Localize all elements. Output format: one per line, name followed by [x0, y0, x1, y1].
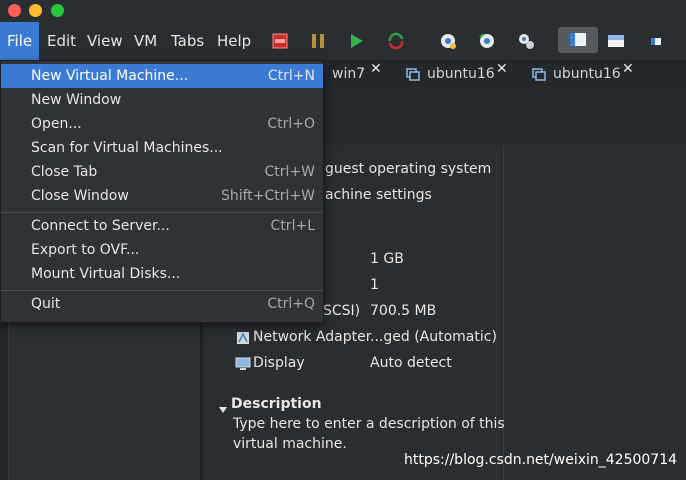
menu-item-open[interactable]: Open... Ctrl+O — [1, 112, 323, 136]
menu-item-label: Close Tab — [31, 164, 98, 180]
menu-separator — [1, 212, 323, 213]
menu-item-shortcut: Shift+Ctrl+W — [220, 188, 315, 204]
edit-settings-link[interactable]: achine settings — [325, 187, 432, 203]
device-value-harddisk: 700.5 MB — [370, 303, 437, 319]
menu-item-shortcut: Ctrl+L — [270, 218, 315, 234]
device-name-harddisk[interactable]: SCSI) — [323, 303, 360, 319]
menu-item-scan[interactable]: Scan for Virtual Machines... — [1, 136, 323, 160]
snapshot-icon[interactable] — [438, 31, 458, 51]
snapshot-manager-icon[interactable] — [516, 31, 536, 51]
menu-item-label: Export to OVF... — [31, 242, 140, 258]
menu-edit[interactable]: Edit — [40, 22, 83, 60]
menu-help[interactable]: Help — [210, 22, 258, 60]
menu-item-new-virtual-machine[interactable]: New Virtual Machine... Ctrl+N — [1, 64, 323, 88]
view-fullscreen-icon[interactable] — [606, 31, 626, 51]
display-icon — [235, 356, 251, 375]
menu-item-label: Scan for Virtual Machines... — [31, 140, 223, 156]
close-icon[interactable]: ✕ — [496, 61, 508, 77]
menu-bar: File Edit View VM Tabs Help — [0, 22, 686, 61]
menu-item-label: New Virtual Machine... — [31, 68, 189, 84]
vm-icon — [532, 67, 546, 86]
device-name-network[interactable]: Network Adapter — [253, 329, 371, 345]
menu-file[interactable]: File — [0, 22, 40, 60]
description-text-line1[interactable]: Type here to enter a description of this — [233, 416, 505, 432]
device-value-memory: 1 GB — [370, 251, 404, 267]
close-window-button[interactable] — [8, 4, 21, 17]
device-value-network: ...ged (Automatic) — [370, 329, 497, 345]
menu-item-label: Close Window — [31, 188, 129, 204]
menu-item-new-window[interactable]: New Window — [1, 88, 323, 112]
stop-icon[interactable] — [270, 31, 290, 51]
restart-icon[interactable] — [386, 31, 406, 51]
tab-ubuntu16[interactable]: ubuntu16 — [427, 61, 495, 87]
view-console-icon[interactable] — [558, 27, 598, 53]
menu-item-close-tab[interactable]: Close Tab Ctrl+W — [1, 160, 323, 184]
description-heading[interactable]: Description — [231, 396, 322, 412]
power-on-link[interactable]: guest operating system — [325, 161, 491, 177]
snapshot-restore-icon[interactable] — [477, 31, 497, 51]
menu-item-shortcut: Ctrl+Q — [267, 296, 315, 312]
triangle-down-icon[interactable] — [218, 400, 228, 419]
menu-item-mount-disks[interactable]: Mount Virtual Disks... — [1, 262, 323, 286]
play-icon[interactable] — [346, 31, 366, 51]
menu-item-shortcut: Ctrl+N — [267, 68, 315, 84]
menu-view[interactable]: View — [80, 22, 130, 60]
menu-item-shortcut: Ctrl+O — [267, 116, 315, 132]
menu-item-label: New Window — [31, 92, 122, 108]
menu-item-quit[interactable]: Quit Ctrl+Q — [1, 292, 323, 316]
minimize-window-button[interactable] — [29, 4, 42, 17]
tab-win7[interactable]: win7 — [332, 61, 365, 87]
title-bar — [0, 0, 686, 22]
close-icon[interactable]: ✕ — [622, 61, 634, 77]
device-name-display[interactable]: Display — [253, 355, 305, 371]
tab-ubuntu16-2[interactable]: ubuntu16 — [553, 61, 621, 87]
menu-item-connect-server[interactable]: Connect to Server... Ctrl+L — [1, 214, 323, 238]
pause-icon[interactable] — [308, 31, 328, 51]
menu-item-export-ovf[interactable]: Export to OVF... — [1, 238, 323, 262]
menu-tabs[interactable]: Tabs — [164, 22, 211, 60]
description-text-line2[interactable]: virtual machine. — [233, 436, 347, 452]
network-adapter-icon — [236, 330, 250, 349]
menu-item-label: Connect to Server... — [31, 218, 170, 234]
watermark: https://blog.csdn.net/weixin_42500714 — [404, 452, 678, 468]
close-icon[interactable]: ✕ — [370, 61, 382, 77]
menu-separator — [1, 290, 323, 291]
menu-item-label: Mount Virtual Disks... — [31, 266, 181, 282]
menu-item-label: Open... — [31, 116, 82, 132]
tabs-bar: win7 ✕ ubuntu16 ✕ ubuntu16 ✕ — [322, 61, 686, 87]
zoom-window-button[interactable] — [51, 4, 64, 17]
menu-vm[interactable]: VM — [127, 22, 164, 60]
menu-item-shortcut: Ctrl+W — [264, 164, 315, 180]
device-value-processors: 1 — [370, 277, 379, 293]
menu-item-label: Quit — [31, 296, 61, 312]
device-value-display: Auto detect — [370, 355, 452, 371]
view-unity-icon[interactable] — [646, 31, 666, 51]
menu-item-close-window[interactable]: Close Window Shift+Ctrl+W — [1, 184, 323, 208]
vm-icon — [406, 67, 420, 86]
file-menu: New Virtual Machine... Ctrl+N New Window… — [0, 61, 324, 323]
